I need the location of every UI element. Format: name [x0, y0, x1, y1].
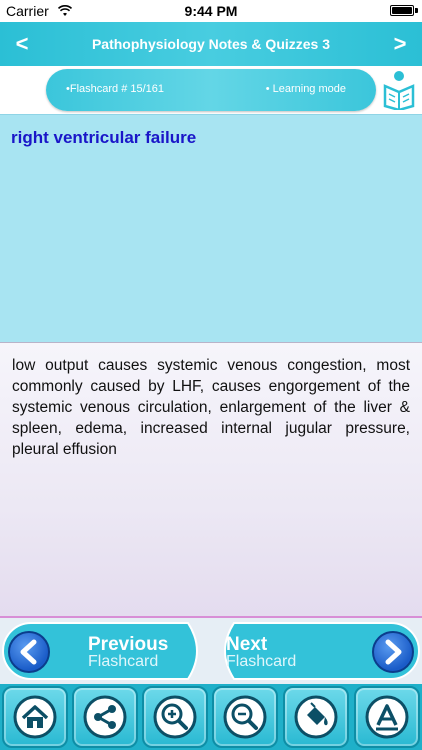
page-title: Pathophysiology Notes & Quizzes 3 — [91, 36, 331, 52]
reader-book-icon[interactable] — [382, 70, 416, 110]
next-title: Next — [226, 634, 268, 655]
status-time: 9:44 PM — [184, 3, 238, 19]
flashcard-front[interactable]: right ventricular failure — [0, 114, 422, 342]
share-icon — [83, 695, 127, 739]
next-arrow-icon — [372, 631, 414, 673]
battery-icon — [390, 5, 414, 16]
info-area: •Flashcard # 15/161 • Learning mode — [0, 66, 422, 114]
status-bar: Carrier 9:44 PM — [0, 0, 422, 22]
zoom-in-icon — [153, 695, 197, 739]
previous-subtitle: Flashcard — [88, 653, 159, 670]
learning-mode-label: • Learning mode — [265, 83, 346, 95]
previous-flashcard-button[interactable]: Previous Flashcard — [2, 622, 208, 680]
previous-arrow-icon — [8, 631, 50, 673]
theme-color-button[interactable] — [283, 686, 349, 748]
next-flashcard-button[interactable]: Next Flashcard — [214, 622, 420, 680]
font-size-button[interactable] — [354, 686, 420, 748]
zoom-out-button[interactable] — [212, 686, 278, 748]
flashcard-info-pill: •Flashcard # 15/161 • Learning mode — [46, 69, 376, 111]
font-icon — [365, 695, 409, 739]
previous-title: Previous — [88, 634, 169, 655]
flashcard-nav-buttons: Previous Flashcard Next Flashcard — [0, 618, 422, 684]
zoom-out-icon — [223, 695, 267, 739]
next-subtitle: Flashcard — [226, 653, 297, 670]
previous-label: Previous Flashcard — [88, 634, 169, 670]
paint-bucket-icon — [294, 695, 338, 739]
next-label: Next Flashcard — [226, 634, 297, 670]
zoom-in-button[interactable] — [142, 686, 208, 748]
flashcard-back[interactable]: low output causes systemic venous conges… — [0, 342, 422, 618]
share-button[interactable] — [72, 686, 138, 748]
home-icon — [13, 695, 57, 739]
flashcard-counter: •Flashcard # 15/161 — [66, 83, 165, 95]
bottom-toolbar — [0, 684, 422, 750]
battery-tip — [415, 8, 418, 13]
home-button[interactable] — [2, 686, 68, 748]
flashcard-term: right ventricular failure — [11, 128, 197, 147]
nav-bar: < Pathophysiology Notes & Quizzes 3 > — [0, 22, 422, 66]
forward-button[interactable]: > — [386, 30, 414, 58]
flashcard-definition: low output causes systemic venous conges… — [12, 357, 410, 458]
